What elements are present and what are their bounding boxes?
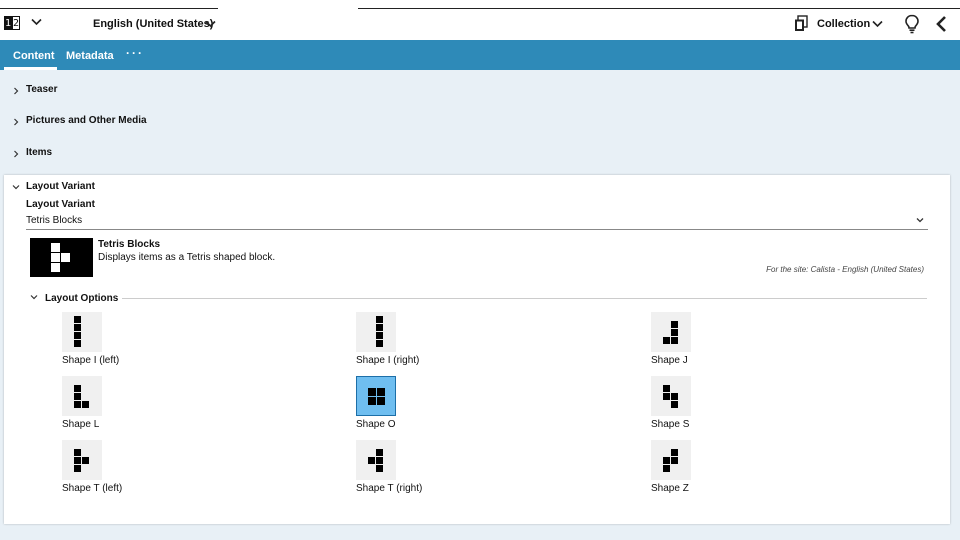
shape-o-icon (356, 376, 396, 416)
shape-l-icon (62, 376, 102, 416)
shape-label: Shape I (right) (356, 355, 420, 366)
section-teaser[interactable]: Teaser (0, 81, 960, 101)
section-label: Layout Variant (26, 181, 95, 192)
shape-i-left-option[interactable]: Shape I (left) (62, 312, 202, 372)
shape-o-option[interactable]: Shape O (356, 376, 496, 436)
shape-label: Shape I (left) (62, 355, 120, 366)
shape-l-option[interactable]: Shape L (62, 376, 202, 436)
chevron-down-icon[interactable] (872, 20, 883, 28)
section-label: Teaser (26, 84, 58, 95)
shape-s-icon (651, 376, 691, 416)
active-tab-indicator (4, 67, 57, 70)
shape-i-right-icon (356, 312, 396, 352)
select-underline (26, 229, 928, 230)
shape-s-option[interactable]: Shape S (651, 376, 791, 436)
variant-title: Tetris Blocks (98, 239, 161, 250)
chevron-down-icon[interactable] (31, 18, 42, 26)
chevron-left-icon[interactable] (935, 15, 947, 33)
shape-label: Shape L (62, 419, 100, 430)
locale-icon-digit-2: 2 (12, 16, 20, 30)
shape-label: Shape Z (651, 483, 689, 494)
section-label: Items (26, 147, 53, 158)
lightbulb-icon[interactable] (904, 14, 920, 34)
shape-label: Shape T (right) (356, 483, 423, 494)
shape-t-right-icon (356, 440, 396, 480)
shape-j-icon (651, 312, 691, 352)
section-layout-variant[interactable]: Layout Variant (4, 178, 950, 198)
shape-label: Shape J (651, 355, 688, 366)
layout-options-header[interactable]: Layout Options (30, 292, 927, 304)
collection-selector[interactable]: Collection (817, 18, 870, 30)
locale-icon-digit-1: 1 (4, 16, 12, 30)
language-selector[interactable]: English (United States) (93, 18, 213, 30)
shape-t-left-option[interactable]: Shape T (left) (62, 440, 202, 500)
top-divider-right (358, 8, 960, 9)
variant-description: Displays items as a Tetris shaped block. (98, 252, 276, 263)
layout-options-divider (122, 298, 927, 299)
shape-t-right-option[interactable]: Shape T (right) (356, 440, 496, 500)
locale-icon[interactable]: 1 2 (4, 16, 20, 30)
shape-i-left-icon (62, 312, 102, 352)
layout-variant-field-label: Layout Variant (26, 199, 95, 210)
chevron-down-icon (12, 185, 20, 190)
tetris-blocks-preview-icon (30, 238, 93, 277)
site-note: For the site: Calista - English (United … (766, 265, 924, 274)
shape-label: Shape T (left) (62, 483, 123, 494)
shape-j-option[interactable]: Shape J (651, 312, 791, 372)
chevron-right-icon (14, 118, 19, 126)
section-items[interactable]: Items (0, 144, 960, 164)
layout-options-label: Layout Options (45, 293, 119, 304)
top-divider-left (0, 8, 218, 9)
layout-variant-panel: Layout Variant Layout Variant Tetris Blo… (4, 175, 950, 524)
chevron-right-icon (14, 150, 19, 158)
shape-label: Shape S (651, 419, 690, 430)
section-pictures[interactable]: Pictures and Other Media (0, 112, 960, 132)
chevron-right-icon (14, 87, 19, 95)
section-label: Pictures and Other Media (26, 115, 147, 126)
shape-label: Shape O (356, 419, 396, 430)
chevron-down-icon[interactable] (205, 20, 216, 28)
layout-variant-select[interactable]: Tetris Blocks (26, 215, 82, 226)
chevron-down-icon (30, 295, 38, 300)
shape-i-right-option[interactable]: Shape I (right) (356, 312, 496, 372)
tab-more[interactable]: ··· (126, 46, 144, 60)
top-bar: 1 2 English (United States) Collection (0, 0, 960, 40)
tab-content[interactable]: Content (13, 50, 55, 62)
tab-metadata[interactable]: Metadata (66, 50, 114, 62)
tab-bar: Content Metadata ··· (0, 40, 960, 70)
collection-icon[interactable] (794, 15, 808, 32)
chevron-down-icon[interactable] (916, 217, 924, 223)
shape-t-left-icon (62, 440, 102, 480)
shape-z-icon (651, 440, 691, 480)
shape-z-option[interactable]: Shape Z (651, 440, 791, 500)
